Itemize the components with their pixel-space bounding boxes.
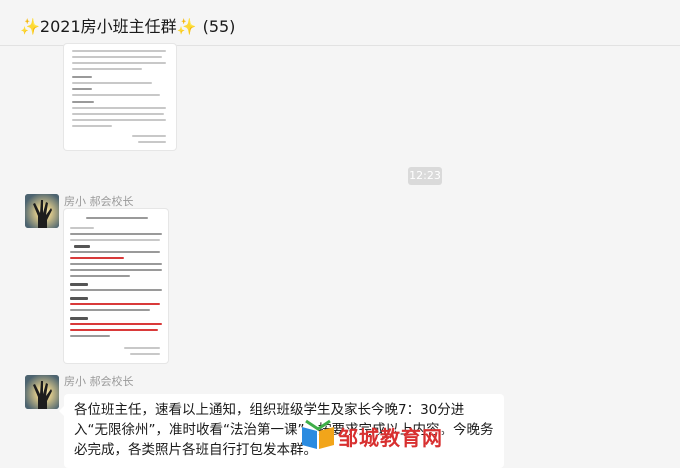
group-name: 2021房小班主任群 [39, 17, 177, 36]
sparkle-icon: ✨ [176, 17, 197, 36]
document-thumbnail [64, 44, 176, 150]
timestamp-pill: 12:23 [408, 167, 442, 185]
chat-title-bar: ✨2021房小班主任群✨ (55) [0, 0, 680, 46]
chat-title[interactable]: ✨2021房小班主任群✨ (55) [20, 13, 235, 37]
avatar-hand-icon [25, 194, 59, 228]
book-logo-icon [302, 419, 334, 449]
sparkle-icon: ✨ [20, 17, 40, 36]
member-count: (55) [202, 17, 236, 36]
watermark-logo: 邹城教育网 [298, 418, 442, 452]
image-message-document[interactable] [64, 209, 168, 363]
sender-name: 房小 郝会校长 [64, 375, 134, 388]
avatar-hand-icon [25, 375, 59, 409]
document-thumbnail [64, 209, 168, 363]
avatar[interactable] [25, 194, 59, 228]
sender-name: 房小 郝会校长 [64, 195, 134, 208]
image-message-document[interactable] [64, 44, 176, 150]
watermark-text: 邹城教育网 [338, 426, 443, 450]
avatar[interactable] [25, 375, 59, 409]
